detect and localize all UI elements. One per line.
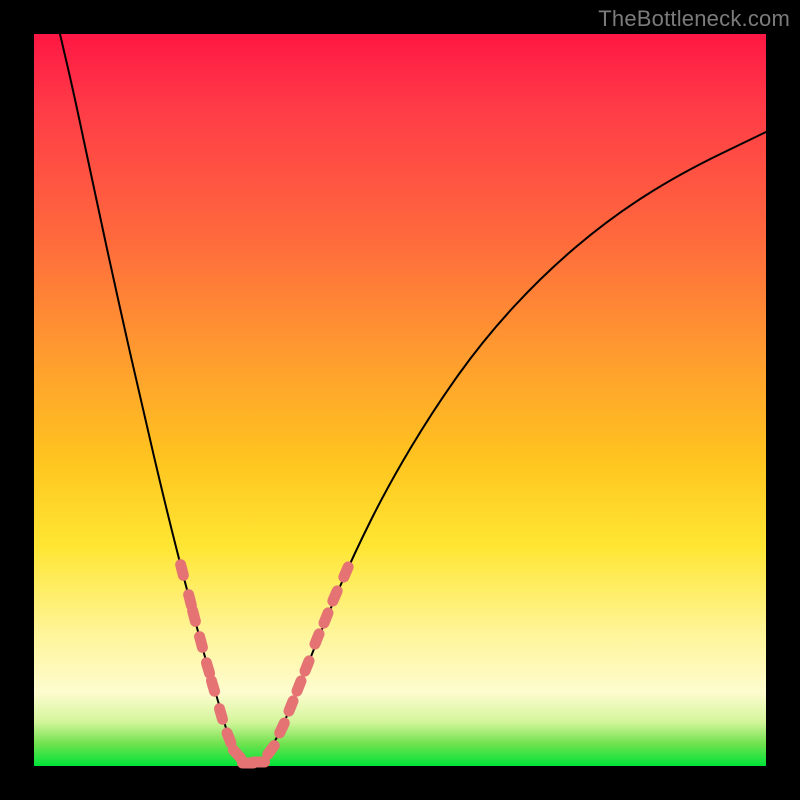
left-branch-curve xyxy=(60,34,252,765)
bead-marker xyxy=(290,674,308,699)
bead-marker xyxy=(174,558,190,582)
bead-marker xyxy=(337,560,356,585)
plot-area xyxy=(34,34,766,766)
chart-frame: TheBottleneck.com xyxy=(0,0,800,800)
bead-marker xyxy=(317,606,335,631)
bead-marker xyxy=(193,630,209,654)
bead-marker xyxy=(298,654,316,679)
bead-marker xyxy=(326,584,345,609)
bead-marker xyxy=(282,694,300,719)
bead-marker xyxy=(205,674,222,698)
bead-marker xyxy=(308,627,326,652)
right-branch-curve xyxy=(252,132,766,765)
bead-marker xyxy=(272,716,291,741)
watermark-text: TheBottleneck.com xyxy=(598,6,790,32)
curve-layer xyxy=(34,34,766,766)
bead-marker xyxy=(186,604,202,628)
bead-group xyxy=(174,558,355,769)
bead-marker xyxy=(213,702,230,726)
